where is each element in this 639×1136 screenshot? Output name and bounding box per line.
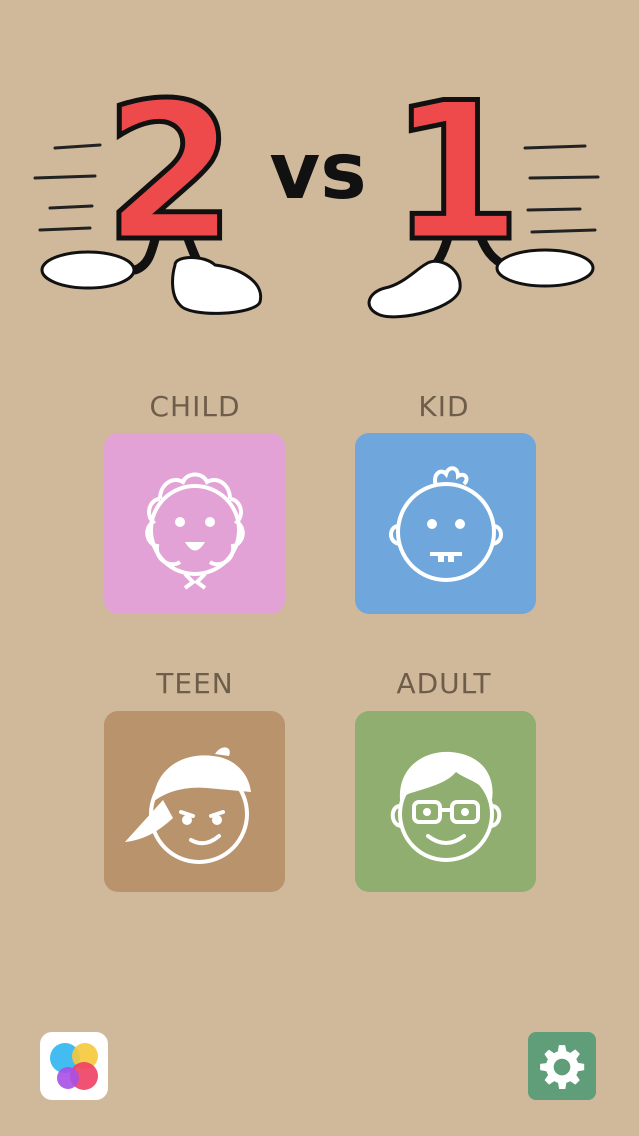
child-button[interactable] — [104, 433, 285, 614]
kid-face-icon — [388, 465, 503, 582]
label-teen: TEEN — [156, 667, 234, 700]
logo-vs: vs — [269, 127, 366, 217]
adult-button[interactable] — [355, 711, 536, 892]
gear-icon — [540, 1045, 585, 1090]
teen-cap-face-icon — [124, 746, 251, 864]
logo-number-1: 1 — [390, 62, 522, 283]
game-center-icon — [50, 1043, 98, 1090]
teen-button[interactable] — [104, 711, 285, 892]
adult-glasses-face-icon — [390, 751, 501, 862]
settings-button[interactable] — [528, 1032, 596, 1100]
label-kid: KID — [418, 390, 470, 423]
label-child: CHILD — [149, 390, 241, 423]
kid-button[interactable] — [355, 433, 536, 614]
baby-face-icon — [144, 472, 245, 590]
speed-lines-right — [523, 144, 600, 234]
label-adult: ADULT — [396, 667, 492, 700]
game-logo: 2 vs 1 — [33, 60, 600, 319]
logo-number-2: 2 — [104, 62, 236, 283]
game-center-button[interactable] — [40, 1032, 108, 1100]
speed-lines-left — [33, 143, 102, 232]
